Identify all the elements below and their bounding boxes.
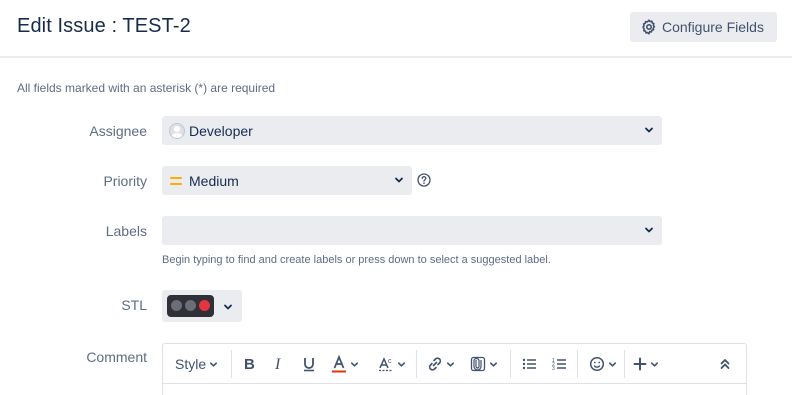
chevron-down-icon xyxy=(650,361,659,367)
configure-fields-label: Configure Fields xyxy=(662,19,764,35)
chevron-down-icon xyxy=(489,361,498,367)
toolbar-divider xyxy=(231,350,232,378)
chevron-down-icon xyxy=(397,361,406,367)
priority-label: Priority xyxy=(103,173,147,189)
italic-icon: I xyxy=(274,356,281,372)
underline-button[interactable] xyxy=(301,353,317,375)
italic-button[interactable]: I xyxy=(273,353,287,375)
text-color-button[interactable] xyxy=(331,353,359,375)
chevron-down-icon xyxy=(446,361,455,367)
configure-fields-button[interactable]: Configure Fields xyxy=(630,12,777,42)
attachment-icon xyxy=(470,356,486,372)
double-chevron-up-icon xyxy=(720,359,730,369)
plus-icon xyxy=(633,357,647,371)
svg-text:c: c xyxy=(388,358,392,365)
collapse-toolbar-button[interactable] xyxy=(719,353,731,375)
traffic-light-icon xyxy=(167,295,214,317)
toolbar-divider xyxy=(624,350,625,378)
svg-text:B: B xyxy=(244,356,255,372)
emoji-button[interactable] xyxy=(589,353,617,375)
numbered-list-button[interactable]: 123 xyxy=(552,353,567,375)
insert-button[interactable] xyxy=(633,353,659,375)
svg-text:I: I xyxy=(274,356,281,372)
priority-medium-icon xyxy=(170,176,182,185)
chevron-down-icon xyxy=(645,227,653,233)
bold-icon: B xyxy=(244,356,255,372)
text-effects-icon: c xyxy=(379,357,393,372)
comment-editor[interactable]: Style B I c 1 2 3 xyxy=(162,343,747,395)
bullet-list-button[interactable] xyxy=(522,353,537,375)
chevron-down-icon xyxy=(395,177,403,183)
labels-hint: Begin typing to find and create labels o… xyxy=(162,254,551,266)
priority-select[interactable]: Medium xyxy=(162,166,412,195)
chevron-down-icon xyxy=(224,304,232,310)
chevron-down-icon xyxy=(608,361,617,367)
dialog-header: Edit Issue : TEST-2 Configure Fields xyxy=(0,0,792,58)
link-icon xyxy=(428,357,442,371)
svg-text:3: 3 xyxy=(552,366,555,371)
emoji-icon xyxy=(589,356,605,372)
priority-value: Medium xyxy=(189,172,239,189)
help-icon[interactable] xyxy=(417,173,431,187)
editor-toolbar: Style B I c 1 2 3 xyxy=(163,344,746,384)
chevron-down-icon xyxy=(210,361,218,367)
text-effects-button[interactable]: c xyxy=(378,353,406,375)
attachment-button[interactable] xyxy=(470,353,498,375)
toolbar-divider xyxy=(416,350,417,378)
assignee-select[interactable]: Developer xyxy=(162,116,662,145)
labels-label: Labels xyxy=(105,223,147,239)
assignee-value: Developer xyxy=(189,122,253,139)
chevron-down-icon xyxy=(645,127,653,133)
traffic-light-dot xyxy=(185,300,196,311)
numbered-list-icon: 123 xyxy=(552,358,566,371)
traffic-light-dot xyxy=(199,300,210,311)
link-button[interactable] xyxy=(427,353,455,375)
text-color-icon xyxy=(332,355,346,373)
labels-input[interactable] xyxy=(162,216,662,245)
stl-select[interactable] xyxy=(162,290,242,322)
assignee-label: Assignee xyxy=(89,123,147,139)
toolbar-divider xyxy=(577,350,578,378)
style-label: Style xyxy=(175,356,207,372)
comment-label: Comment xyxy=(86,349,147,365)
required-fields-note: All fields marked with an asterisk (*) a… xyxy=(17,81,276,95)
dialog-title: Edit Issue : TEST-2 xyxy=(17,15,191,37)
avatar xyxy=(169,122,185,139)
stl-label: STL xyxy=(121,297,147,313)
chevron-down-icon xyxy=(350,361,359,367)
gear-icon xyxy=(642,19,656,35)
traffic-light-dot xyxy=(171,300,182,311)
style-dropdown[interactable]: Style xyxy=(175,353,218,375)
toolbar-divider xyxy=(510,350,511,378)
bold-button[interactable]: B xyxy=(243,353,257,375)
bullet-list-icon xyxy=(522,358,536,370)
underline-icon xyxy=(304,358,314,372)
